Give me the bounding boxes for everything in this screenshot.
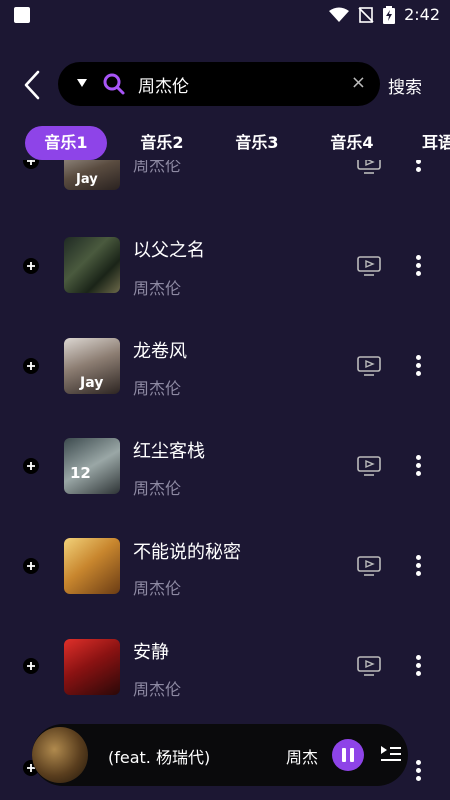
tab-music-4[interactable]: 音乐4	[315, 126, 389, 160]
search-button[interactable]: 搜索	[388, 73, 422, 98]
more-icon[interactable]	[414, 760, 422, 784]
more-icon[interactable]	[414, 355, 422, 379]
add-icon[interactable]	[23, 658, 39, 674]
song-row[interactable]: 以父之名 周杰伦	[0, 200, 450, 300]
dropdown-triangle-icon[interactable]	[76, 77, 88, 89]
album-art: Jay	[64, 338, 120, 394]
add-icon[interactable]	[23, 160, 39, 169]
album-art: Jay	[64, 160, 120, 190]
status-time: 2:42	[404, 5, 440, 24]
playlist-queue-icon[interactable]	[380, 744, 402, 764]
tab-whisper[interactable]: 耳语	[422, 126, 450, 160]
add-icon[interactable]	[23, 358, 39, 374]
song-row[interactable]: 12 红尘客栈 周杰伦	[0, 400, 450, 500]
song-artist: 周杰伦	[133, 680, 182, 699]
song-artist: 周杰伦	[133, 479, 182, 498]
song-title: 龙卷风	[133, 341, 187, 362]
no-signal-icon	[358, 6, 374, 23]
album-art	[64, 639, 120, 695]
category-tabs: 音乐1 音乐2 音乐3 音乐4 耳语	[0, 126, 450, 160]
song-artist: 周杰伦	[133, 160, 182, 175]
song-title: 红尘客栈	[133, 441, 205, 462]
clear-icon[interactable]: ×	[351, 72, 366, 93]
more-icon[interactable]	[414, 455, 422, 479]
now-playing-cover[interactable]	[32, 727, 88, 783]
add-icon[interactable]	[23, 258, 39, 274]
battery-charging-icon	[383, 5, 396, 24]
album-art	[64, 538, 120, 594]
mv-icon[interactable]	[357, 160, 381, 175]
song-row[interactable]: Jay 龙卷风 周杰伦	[0, 300, 450, 400]
add-icon[interactable]	[23, 558, 39, 574]
add-icon[interactable]	[23, 458, 39, 474]
notification-icon	[14, 7, 30, 23]
song-title: 安静	[133, 642, 169, 663]
album-art-text: Jay	[76, 172, 98, 187]
song-title: 不能说的秘密	[133, 542, 241, 563]
song-artist: 周杰伦	[133, 579, 182, 598]
search-icon	[103, 73, 125, 95]
album-art: 12	[64, 438, 120, 494]
more-icon[interactable]	[414, 555, 422, 579]
now-playing-artist: 周杰	[286, 748, 319, 767]
mv-icon[interactable]	[357, 555, 381, 577]
more-icon[interactable]	[414, 160, 422, 175]
more-icon[interactable]	[414, 655, 422, 679]
song-row[interactable]: 安静 周杰伦	[0, 600, 450, 700]
back-arrow-icon[interactable]	[18, 68, 46, 102]
mv-icon[interactable]	[357, 255, 381, 277]
wifi-icon	[329, 7, 350, 22]
album-art-text: Jay	[80, 375, 104, 391]
status-icons: 2:42	[329, 5, 440, 24]
mv-icon[interactable]	[357, 455, 381, 477]
search-bar[interactable]: 周杰伦 ×	[58, 62, 380, 106]
search-input[interactable]: 周杰伦	[138, 72, 189, 97]
song-artist: 周杰伦	[133, 379, 182, 398]
tab-music-3[interactable]: 音乐3	[220, 126, 294, 160]
album-art-text: 12	[70, 464, 91, 482]
song-title: 以父之名	[133, 240, 205, 261]
song-artist: 周杰伦	[133, 279, 182, 298]
song-row[interactable]: Jay 周杰伦	[0, 160, 450, 199]
more-icon[interactable]	[414, 255, 422, 279]
mv-icon[interactable]	[357, 355, 381, 377]
tab-music-1[interactable]: 音乐1	[25, 126, 107, 160]
song-list: Jay 周杰伦 以父之名 周杰伦 Jay 龙卷风 周杰伦 12 红尘客栈 周杰伦	[0, 160, 450, 800]
pause-button[interactable]	[332, 739, 364, 771]
song-row[interactable]: 不能说的秘密 周杰伦	[0, 500, 450, 600]
tab-music-2[interactable]: 音乐2	[125, 126, 199, 160]
now-playing-title: (feat. 杨瑞代)	[108, 748, 211, 767]
status-bar: 2:42	[0, 0, 450, 32]
album-art	[64, 237, 120, 293]
mv-icon[interactable]	[357, 655, 381, 677]
mini-player[interactable]: (feat. 杨瑞代) 周杰	[32, 724, 408, 786]
